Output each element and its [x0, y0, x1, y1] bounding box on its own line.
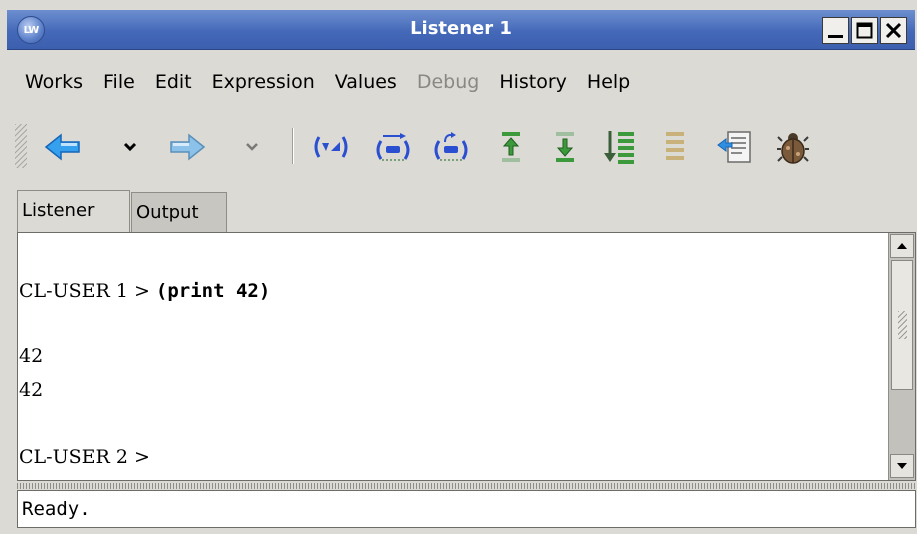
copy-output-button[interactable]	[713, 124, 757, 170]
title-bar[interactable]: LW Listener 1	[7, 10, 915, 50]
step-return-icon	[434, 132, 468, 161]
arrow-down-icon	[897, 463, 907, 469]
close-button[interactable]	[880, 17, 907, 44]
bug-icon	[777, 133, 809, 164]
minimize-button[interactable]	[822, 17, 849, 44]
back-button[interactable]	[39, 124, 87, 170]
forward-arrow-icon	[170, 133, 206, 161]
collapse-history-icon	[666, 132, 684, 160]
tab-output[interactable]: Output	[131, 192, 227, 232]
close-icon	[885, 22, 902, 39]
minimize-icon	[828, 35, 843, 38]
listener-current-prompt: CL-USER 2 >	[19, 446, 150, 468]
maximize-icon	[856, 22, 873, 39]
listener-output-line: 42	[19, 345, 44, 367]
menu-edit[interactable]: Edit	[145, 64, 202, 100]
listener-return-value-line: 42	[19, 379, 44, 401]
next-history-icon	[556, 132, 574, 162]
toolbar-separator	[292, 128, 294, 164]
chevron-down-icon	[123, 142, 137, 152]
previous-history-icon	[502, 132, 520, 162]
previous-history-button[interactable]	[491, 124, 531, 170]
step-over-button[interactable]	[371, 124, 415, 170]
back-arrow-icon	[44, 133, 80, 161]
tab-strip: Listener Output	[7, 190, 915, 234]
listener-window: LW Listener 1 Works File Edit Expression…	[0, 0, 917, 534]
vertical-scrollbar[interactable]	[888, 233, 915, 480]
status-bar: Ready.	[17, 490, 916, 528]
collapse-history-button[interactable]	[655, 124, 695, 170]
menu-history[interactable]: History	[489, 64, 577, 100]
back-history-dropdown[interactable]	[119, 124, 141, 170]
arrow-up-icon	[897, 243, 907, 249]
next-history-button[interactable]	[545, 124, 585, 170]
menu-help[interactable]: Help	[577, 64, 640, 100]
step-over-icon	[376, 133, 410, 161]
listener-line-prompt-1: CL-USER 1 > (print 42)	[19, 280, 270, 302]
forward-history-dropdown[interactable]	[241, 124, 263, 170]
menu-debug: Debug	[416, 71, 480, 93]
chevron-down-icon	[246, 143, 258, 151]
toolbar	[7, 118, 915, 176]
menu-works[interactable]: Works	[15, 64, 93, 100]
user-input-text: (print 42)	[155, 280, 271, 302]
evaluate-icon	[314, 136, 348, 158]
menu-values[interactable]: Values	[325, 64, 407, 100]
tab-listener[interactable]: Listener	[17, 190, 130, 234]
forward-button[interactable]	[163, 124, 211, 170]
listener-text-area[interactable]: CL-USER 1 > (print 42) 42 42 CL-USER 2 >	[19, 234, 890, 479]
menu-file[interactable]: File	[93, 64, 145, 100]
history-list-icon	[604, 131, 634, 164]
prompt-text: CL-USER 1 >	[19, 280, 156, 302]
scroll-down-button[interactable]	[890, 454, 914, 478]
maximize-button[interactable]	[851, 17, 878, 44]
evaluate-button[interactable]	[309, 124, 353, 170]
debug-bug-button[interactable]	[771, 124, 815, 170]
menu-expression[interactable]: Expression	[202, 64, 325, 100]
history-list-button[interactable]	[599, 124, 639, 170]
step-return-button[interactable]	[429, 124, 473, 170]
scroll-up-button[interactable]	[890, 234, 914, 258]
menu-bar: Works File Edit Expression Values Debug …	[7, 62, 915, 102]
copy-output-icon	[717, 131, 751, 163]
listener-pane[interactable]: CL-USER 1 > (print 42) 42 42 CL-USER 2 >	[17, 232, 916, 481]
scrollbar-grip	[898, 311, 907, 339]
pane-splitter[interactable]	[17, 483, 916, 489]
toolbar-grip[interactable]	[15, 124, 27, 168]
window-title: Listener 1	[410, 18, 512, 39]
scrollbar-thumb[interactable]	[891, 260, 913, 390]
